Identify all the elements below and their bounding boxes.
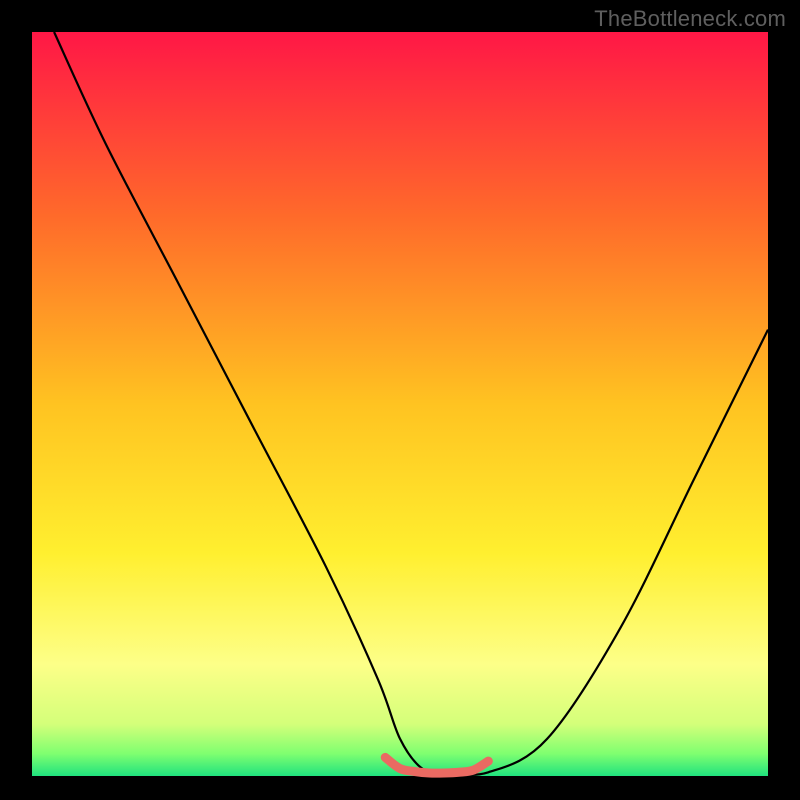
plot-background — [32, 32, 768, 776]
watermark-text: TheBottleneck.com — [594, 6, 786, 32]
bottleneck-chart — [0, 0, 800, 800]
chart-frame: TheBottleneck.com — [0, 0, 800, 800]
